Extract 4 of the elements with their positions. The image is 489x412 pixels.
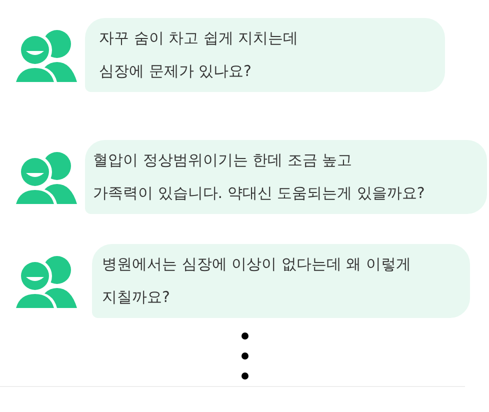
vertical-ellipsis-icon — [240, 332, 248, 380]
chat-bubble: 혈압이 정상범위이기는 한데 조금 높고 가족력이 있습니다. 약대신 도움되는게 있을까요? — [85, 140, 487, 214]
chat-bubble: 병원에서는 심장에 이상이 없다는데 왜 이렇게 지칠까요? — [92, 244, 470, 318]
chat-bubble: 자꾸 숨이 차고 쉽게 지치는데 심장에 문제가 있나요? — [85, 18, 445, 92]
